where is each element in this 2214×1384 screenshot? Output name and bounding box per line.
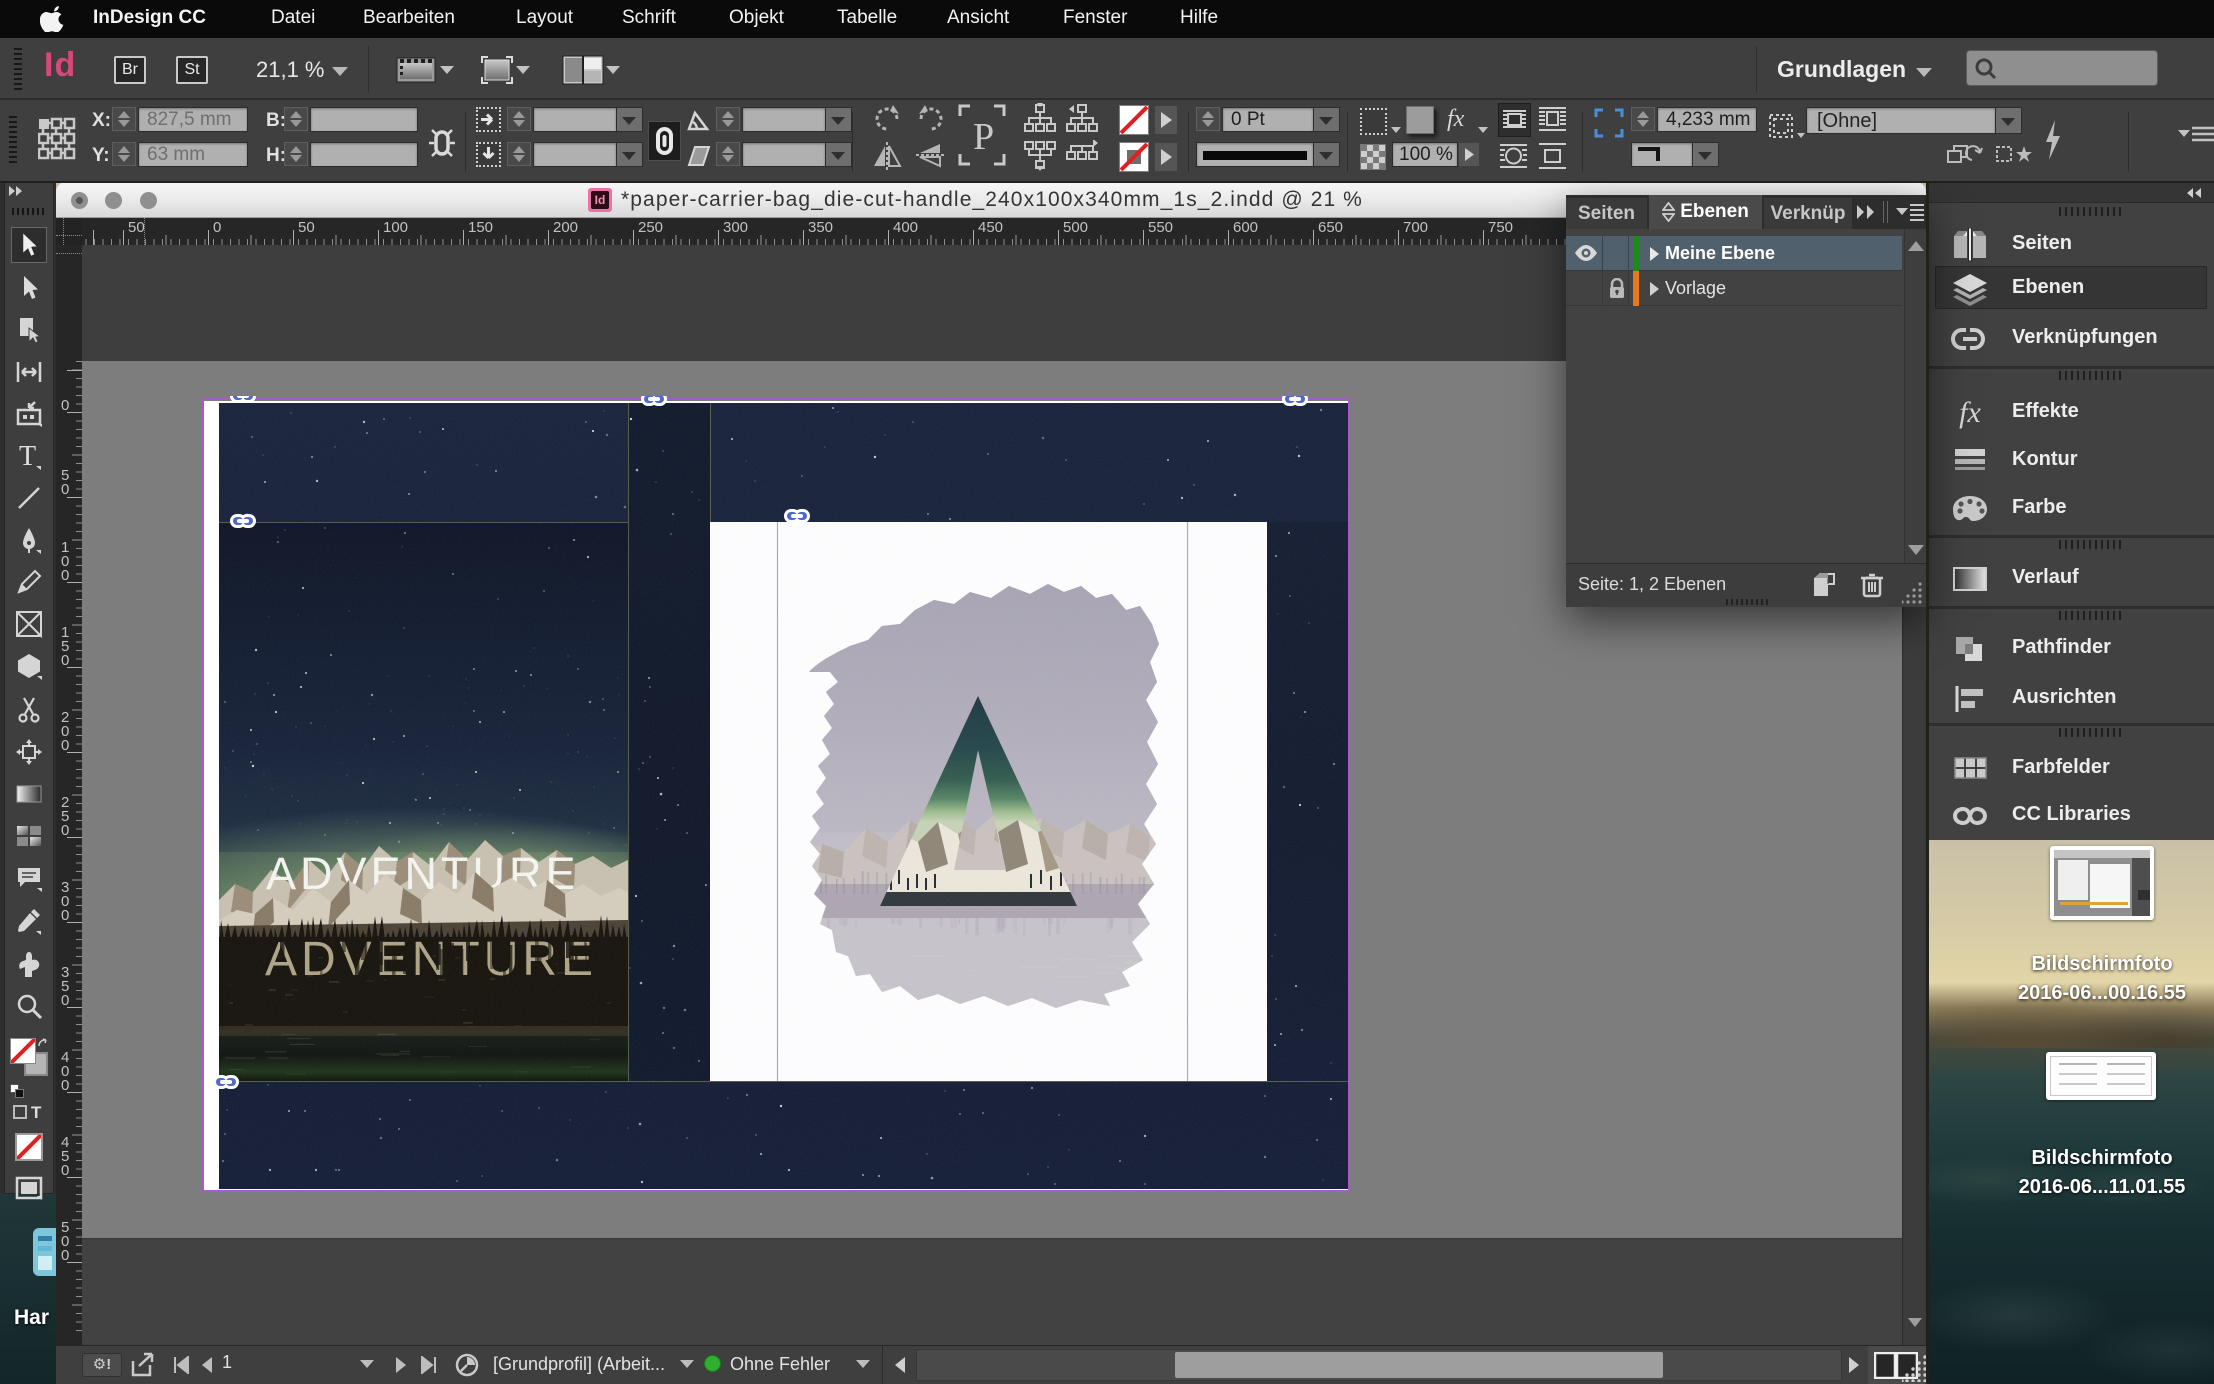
svg-text:T: T (19, 442, 36, 470)
svg-text:P: P (973, 116, 994, 158)
